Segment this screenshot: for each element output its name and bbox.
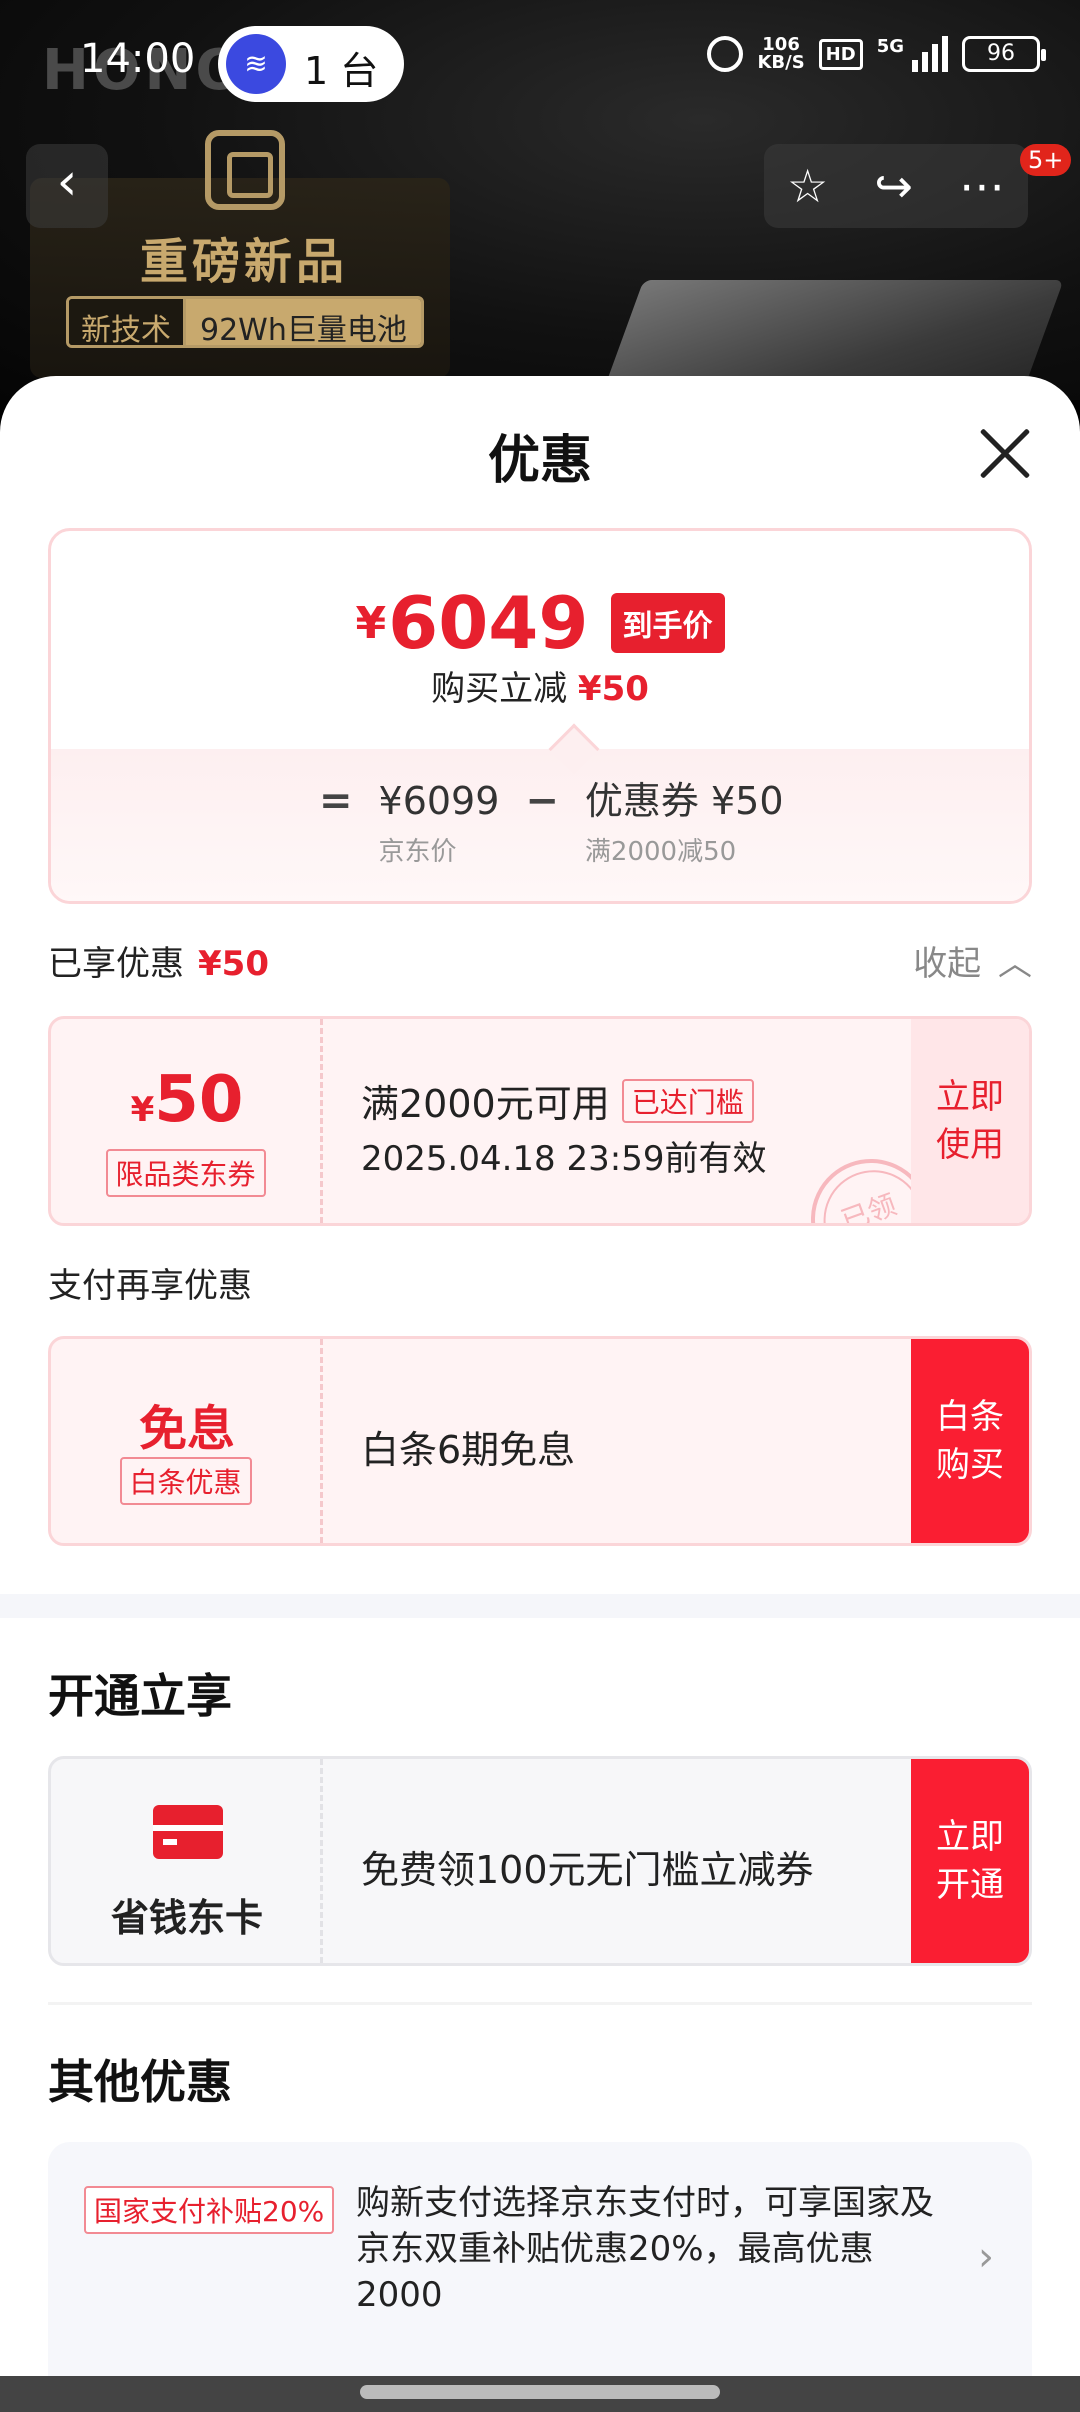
baitiao-tag: 白条优惠 — [119, 1457, 252, 1505]
hero-title: 重磅新品 — [140, 234, 349, 290]
home-indicator[interactable] — [360, 2385, 720, 2399]
star-icon[interactable]: ☆ — [787, 159, 828, 213]
member-card-desc: 免费领100元无门槛立减券 — [361, 1848, 814, 1892]
discount-summary: 购买立减 ¥50 — [51, 661, 1029, 710]
coupon-value: 优惠券 ¥50 — [584, 779, 784, 823]
coupon-condition-row: 满2000元可用 已达门槛 — [361, 1073, 754, 1128]
other-offer-item[interactable]: 国家支付补贴20% 购新支付选择京东支付时，可享国家及京东双重补贴优惠20%，最… — [48, 2142, 1032, 2412]
status-time: 14:00 — [80, 36, 196, 82]
nav-actions: ☆ ↪ ⋯ — [764, 144, 1028, 228]
final-price-tag: 到手价 — [610, 593, 725, 653]
open-section-heading: 开通立享 — [48, 1669, 232, 1723]
threshold-reached-badge: 已达门槛 — [621, 1078, 754, 1123]
use-coupon-label-1: 立即 — [936, 1077, 1004, 1117]
baitiao-buy-label-1: 白条 — [936, 1397, 1004, 1437]
baitiao-buy-label-2: 购买 — [936, 1445, 1004, 1485]
baitiao-desc: 白条6期免息 — [361, 1428, 576, 1472]
jd-price-label: 京东价 — [378, 837, 457, 867]
hero-tag-battery: 92Wh巨量电池 — [186, 299, 421, 345]
status-icons: 106 KB/S HD 5G 96 — [707, 36, 1046, 72]
network-type: 5G — [876, 36, 904, 57]
enjoyed-value: ¥50 — [198, 944, 269, 984]
coupon-amount-value: 50 — [154, 1063, 244, 1137]
chevron-right-icon: › — [978, 2234, 994, 2280]
member-card-offer: 省钱东卡 免费领100元无门槛立减券 立即开通 — [48, 1756, 1032, 1966]
subsidy-text: 购新支付选择京东支付时，可享国家及京东双重补贴优惠20%，最高优惠2000 — [356, 2183, 934, 2315]
message-badge: 5+ — [1020, 144, 1072, 176]
section-divider — [0, 1594, 1080, 1618]
subsidy-tag: 国家支付补贴20% — [84, 2186, 335, 2234]
coupon-amount-panel: ¥50 限品类东券 — [51, 1019, 323, 1223]
jd-price: ¥6099 — [378, 779, 500, 823]
discount-value: ¥50 — [577, 669, 649, 709]
baitiao-buy-button[interactable]: 白条 购买 — [911, 1339, 1029, 1543]
bank-card-icon — [153, 1805, 223, 1859]
chevron-up-icon: ︿ — [998, 944, 1032, 984]
enjoyed-label-row: 已享优惠 ¥50 — [48, 936, 269, 985]
more-icon[interactable]: ⋯ — [959, 159, 1005, 213]
baitiao-card: 免息 白条优惠 白条6期免息 白条购买 — [48, 1336, 1032, 1546]
open-now-button[interactable]: 立即 开通 — [911, 1759, 1029, 1963]
coupon-condition: 满2000元可用 — [361, 1082, 610, 1126]
hero-tags: 新技术 92Wh巨量电池 — [66, 296, 424, 348]
coupon-currency: ¥ — [130, 1090, 155, 1130]
other-section-heading: 其他优惠 — [48, 2055, 232, 2109]
coupon-type-tag: 限品类东券 — [105, 1149, 266, 1197]
price-summary: ¥ 6049 到手价 购买立减 ¥50 = ¥6099 京东价 − 优惠券 ¥5… — [48, 528, 1032, 904]
share-icon[interactable]: ↪ — [874, 159, 913, 213]
final-price-row: ¥ 6049 到手价 — [51, 581, 1029, 665]
net-speed-unit: KB/S — [757, 52, 805, 73]
enjoyed-label: 已享优惠 — [48, 944, 184, 984]
coupon-expiry: 2025.04.18 23:59前有效 — [361, 1139, 767, 1179]
use-coupon-button[interactable]: 立即 使用 — [911, 1019, 1029, 1223]
alarm-icon — [707, 36, 744, 72]
currency-symbol: ¥ — [355, 597, 387, 649]
discount-sheet: 优惠 ¥ 6049 到手价 购买立减 ¥50 = ¥6099 京东价 − 优惠券… — [0, 376, 1080, 2412]
pay-section-label: 支付再享优惠 — [48, 1266, 252, 1306]
interest-free-title: 免息 — [138, 1401, 235, 1457]
final-price: 6049 — [388, 581, 589, 665]
sheet-title: 优惠 — [487, 431, 592, 491]
close-icon[interactable] — [978, 426, 1032, 480]
thin-divider — [48, 2002, 1032, 2005]
minus-sign: − — [525, 778, 559, 824]
hotspot-count: 1 台 — [304, 49, 379, 93]
hotspot-pill[interactable]: ≋ 1 台 — [218, 26, 404, 102]
cube-icon — [205, 130, 285, 210]
hd-icon: HD — [818, 38, 863, 70]
coupon-card: ¥50 限品类东券 满2000元可用 已达门槛 2025.04.18 23:59… — [48, 1016, 1032, 1226]
member-card-left: 省钱东卡 — [51, 1759, 323, 1963]
use-coupon-label-2: 使用 — [936, 1125, 1004, 1165]
coupon-col: 优惠券 ¥50 满2000减50 — [585, 779, 784, 868]
hotspot-icon: ≋ — [226, 34, 286, 94]
battery-icon: 96 — [962, 36, 1046, 72]
collapse-label: 收起 — [913, 944, 982, 984]
member-card-name: 省钱东卡 — [110, 1896, 263, 1940]
coupon-amount: ¥50 — [51, 1063, 323, 1137]
collapse-button[interactable]: 收起 ︿ — [913, 936, 1032, 985]
price-formula: = ¥6099 京东价 − 优惠券 ¥50 满2000减50 — [319, 779, 784, 868]
equals-sign: = — [319, 778, 353, 824]
baitiao-left-panel: 免息 白条优惠 — [51, 1339, 323, 1543]
discount-label: 购买立减 — [431, 669, 568, 709]
coupon-desc: 满2000减50 — [584, 837, 737, 867]
open-now-label-1: 立即 — [936, 1817, 1004, 1857]
net-speed: 106 KB/S — [757, 36, 804, 72]
status-bar: 14:00 ≋ 1 台 106 KB/S HD 5G 96 — [0, 0, 1080, 120]
back-button[interactable]: ‹ — [26, 144, 108, 228]
open-now-label-2: 开通 — [936, 1865, 1004, 1905]
signal-icon — [912, 36, 948, 72]
hero-tag-tech: 新技术 — [69, 299, 186, 345]
jd-price-col: ¥6099 京东价 — [379, 779, 500, 868]
